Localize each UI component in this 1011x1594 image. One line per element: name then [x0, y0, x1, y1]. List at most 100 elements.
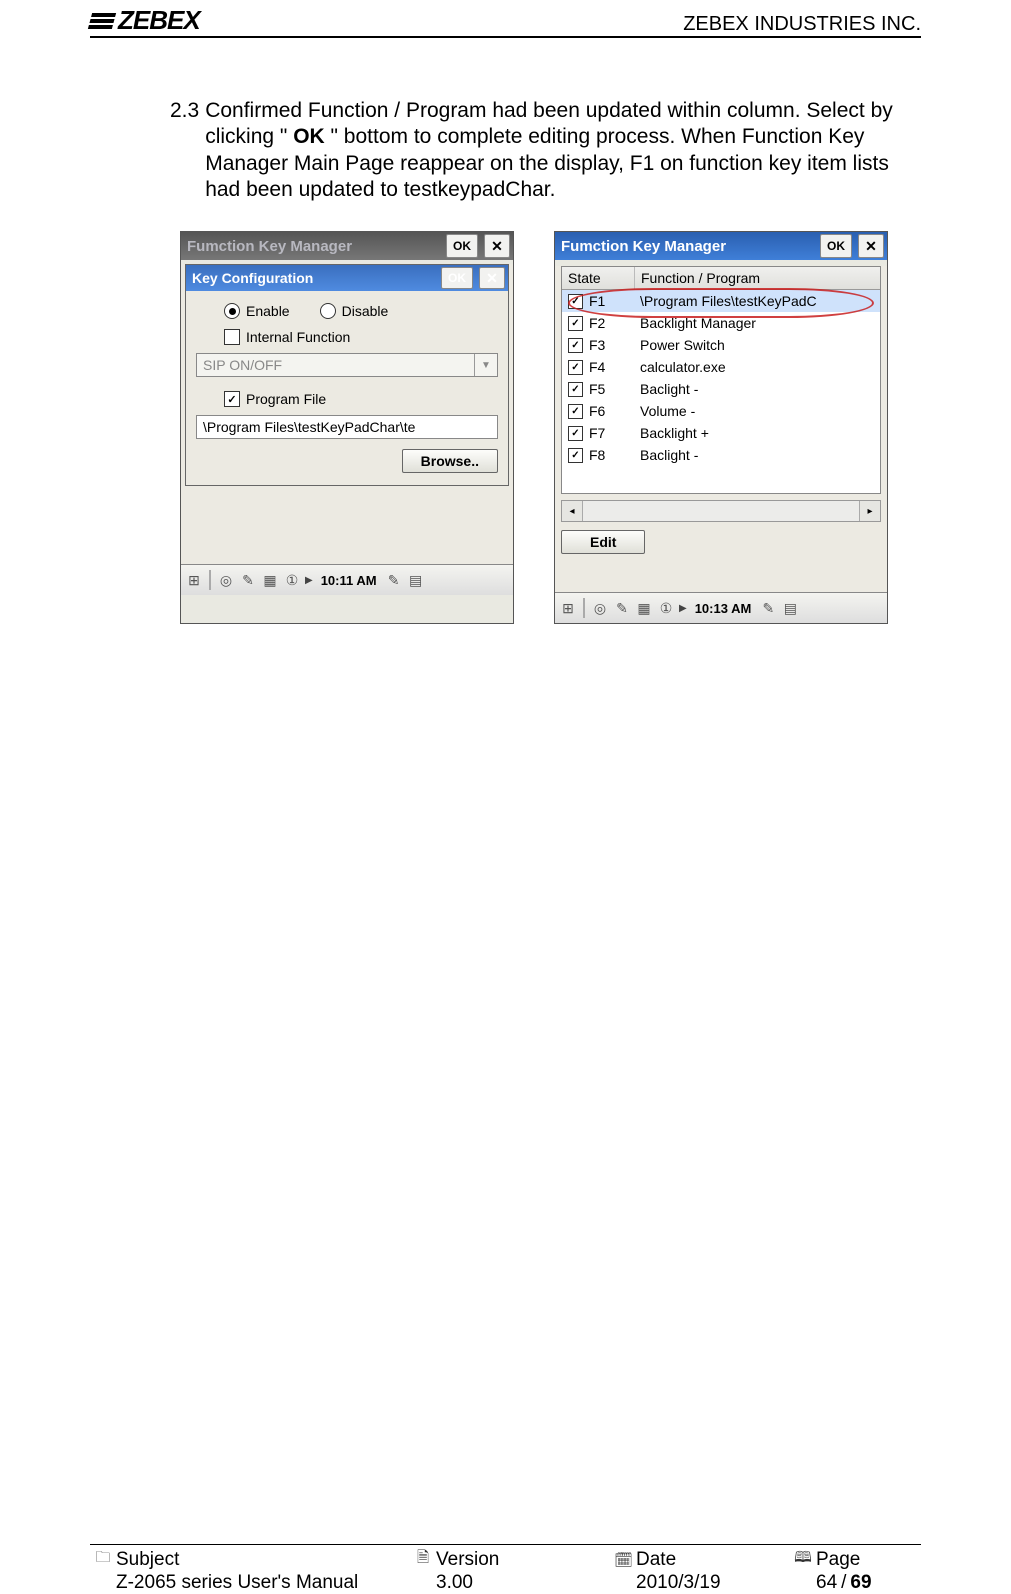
list-header: State Function / Program	[562, 267, 880, 290]
checkbox-icon	[224, 329, 240, 345]
fkm-ok-button[interactable]: OK	[820, 234, 852, 258]
doc-icon: 🗎	[414, 1547, 432, 1572]
tray-icon[interactable]: ✎	[613, 600, 631, 617]
company-name: ZEBEX INDUSTRIES INC.	[683, 13, 921, 36]
program-path-value: \Program Files\testKeyPadChar\te	[197, 419, 497, 435]
tray-icon[interactable]: ▤	[407, 572, 425, 589]
row-prog: Power Switch	[634, 337, 880, 353]
function-key-list: State Function / Program F1 \Program Fil…	[561, 266, 881, 494]
start-icon[interactable]: ⊞	[559, 600, 577, 617]
taskbar-time: 10:11 AM	[321, 573, 377, 588]
zebex-logo: ZEBEX	[90, 5, 200, 36]
tray-arrow-icon[interactable]: ▶	[305, 575, 313, 586]
tray-icon[interactable]: ◎	[591, 600, 609, 617]
tray-icon[interactable]: ①	[283, 572, 301, 589]
key-config-title: Key Configuration	[192, 270, 438, 286]
checkbox-checked-icon	[568, 294, 583, 309]
disable-label: Disable	[342, 303, 389, 319]
list-row-f6[interactable]: F6 Volume -	[562, 400, 880, 422]
scroll-left-icon[interactable]: ◂	[562, 501, 583, 521]
version-value: 3.00	[436, 1572, 473, 1594]
logo-text: ZEBEX	[118, 5, 200, 36]
page-header: ZEBEX ZEBEX INDUSTRIES INC.	[90, 0, 921, 38]
page-sep: /	[841, 1572, 846, 1594]
page-label: Page	[816, 1549, 860, 1571]
internal-function-combo[interactable]: SIP ON/OFF ▼	[196, 353, 498, 377]
row-key: F1	[589, 293, 605, 309]
fkm-title: Fumction Key Manager	[561, 238, 817, 255]
tray-icon[interactable]: ▦	[261, 572, 279, 589]
tray-icon[interactable]: ✎	[239, 572, 257, 589]
section-number: 2.3	[170, 98, 199, 203]
enable-label: Enable	[246, 303, 290, 319]
scroll-right-icon[interactable]: ▸	[859, 501, 880, 521]
list-row-f7[interactable]: F7 Backlight +	[562, 422, 880, 444]
page-current: 64	[816, 1572, 837, 1594]
col-func-header[interactable]: Function / Program	[635, 267, 880, 289]
edit-button[interactable]: Edit	[561, 530, 645, 554]
radio-dot-icon	[224, 303, 240, 319]
screenshot-key-configuration: Fumction Key Manager OK ✕ Key Configurat…	[180, 231, 514, 624]
key-config-ok-button[interactable]: OK	[441, 267, 473, 289]
start-icon[interactable]: ⊞	[185, 572, 203, 589]
list-row-f1[interactable]: F1 \Program Files\testKeyPadC	[562, 290, 880, 312]
radio-dot-icon	[320, 303, 336, 319]
col-state-header[interactable]: State	[562, 267, 635, 289]
row-prog: Baclight -	[634, 381, 880, 397]
outer-ok-button[interactable]: OK	[446, 234, 478, 258]
tray-icon[interactable]: ✎	[385, 572, 403, 589]
browse-button[interactable]: Browse..	[402, 449, 498, 473]
checkbox-checked-icon	[568, 448, 583, 463]
list-row-f8[interactable]: F8 Baclight -	[562, 444, 880, 466]
row-prog: Backlight Manager	[634, 315, 880, 331]
tray-icon[interactable]: ▦	[635, 600, 653, 617]
horizontal-scrollbar[interactable]: ◂ ▸	[561, 500, 881, 522]
ok-bold: OK	[293, 125, 325, 148]
footer-labels: 🗀Subject 🗎Version 🗓Date 🕮Page	[90, 1547, 921, 1572]
section-paragraph: Confirmed Function / Program had been up…	[205, 98, 921, 203]
tray-icon[interactable]: ▤	[781, 600, 799, 617]
date-label: Date	[636, 1549, 676, 1571]
list-row-f5[interactable]: F5 Baclight -	[562, 378, 880, 400]
program-path-input[interactable]: \Program Files\testKeyPadChar\te	[196, 415, 498, 439]
outer-close-button[interactable]: ✕	[484, 234, 510, 258]
page-footer: 🗀Subject 🗎Version 🗓Date 🕮Page Z-2065 ser…	[90, 1544, 921, 1594]
scroll-track[interactable]	[583, 501, 859, 521]
row-key: F2	[589, 315, 605, 331]
row-prog: Baclight -	[634, 447, 880, 463]
list-row-f3[interactable]: F3 Power Switch	[562, 334, 880, 356]
row-key: F4	[589, 359, 605, 375]
checkbox-checked-icon	[568, 360, 583, 375]
subject-label: Subject	[116, 1549, 179, 1571]
screenshot-function-key-manager: Fumction Key Manager OK ✕ State Function…	[554, 231, 888, 624]
key-config-close-button[interactable]: ✕	[479, 267, 505, 289]
row-prog: \Program Files\testKeyPadC	[634, 293, 880, 309]
list-row-f2[interactable]: F2 Backlight Manager	[562, 312, 880, 334]
tray-arrow-icon[interactable]: ▶	[679, 603, 687, 614]
footer-values: Z-2065 series User's Manual 3.00 2010/3/…	[90, 1572, 921, 1594]
checkbox-checked-icon	[224, 391, 240, 407]
internal-function-check[interactable]: Internal Function	[196, 325, 498, 349]
enable-radio[interactable]: Enable	[224, 303, 290, 319]
row-prog: Volume -	[634, 403, 880, 419]
tray-icon[interactable]: ①	[657, 600, 675, 617]
page-total: 69	[850, 1572, 871, 1594]
program-file-check[interactable]: Program File	[196, 387, 498, 411]
book-icon: 🕮	[794, 1547, 812, 1572]
section-text: 2.3 Confirmed Function / Program had bee…	[170, 98, 921, 203]
row-key: F5	[589, 381, 605, 397]
disable-radio[interactable]: Disable	[320, 303, 389, 319]
internal-function-label: Internal Function	[246, 329, 350, 345]
list-row-f4[interactable]: F4 calculator.exe	[562, 356, 880, 378]
subject-value: Z-2065 series User's Manual	[116, 1572, 358, 1594]
taskbar-time: 10:13 AM	[695, 601, 752, 616]
taskbar-right: ⊞ ◎ ✎ ▦ ① ▶ 10:13 AM ✎ ▤	[555, 592, 887, 623]
key-config-dialog: Key Configuration OK ✕ Enable	[185, 264, 509, 486]
folder-icon: 🗀	[94, 1547, 112, 1572]
screenshots-row: Fumction Key Manager OK ✕ Key Configurat…	[180, 231, 921, 624]
tray-icon[interactable]: ✎	[759, 600, 777, 617]
row-key: F7	[589, 425, 605, 441]
fkm-close-button[interactable]: ✕	[858, 234, 884, 258]
checkbox-checked-icon	[568, 338, 583, 353]
tray-icon[interactable]: ◎	[217, 572, 235, 589]
